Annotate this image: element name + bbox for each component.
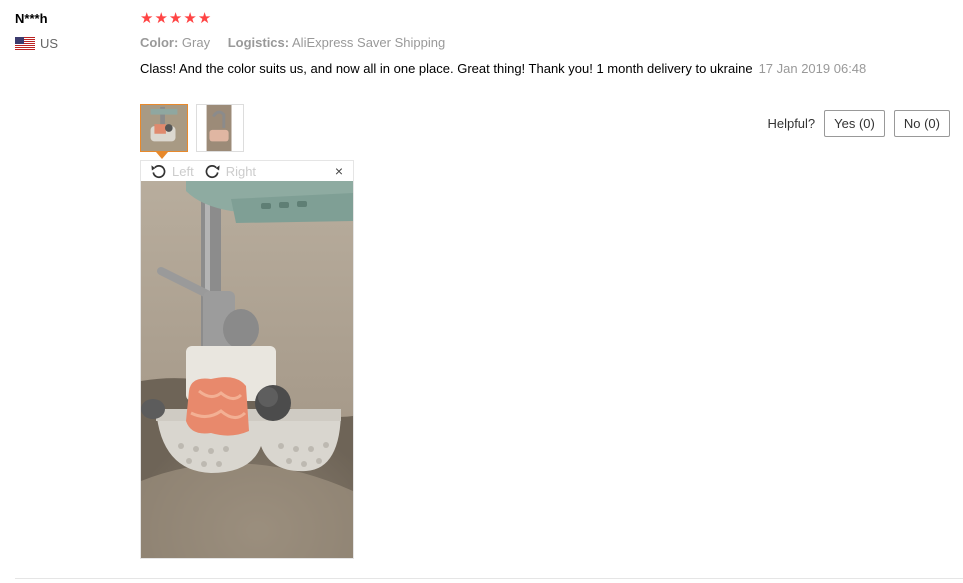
rotate-right-icon [205, 165, 220, 179]
color-value: Gray [181, 35, 211, 50]
review-photo-thumbnail[interactable] [140, 104, 188, 152]
reviewer-name: N***h [15, 11, 48, 26]
star-rating: ★ ★ ★ ★ ★ [140, 11, 211, 26]
rotate-left-icon [151, 165, 166, 179]
review-photo-thumbnail[interactable] [196, 104, 244, 152]
rotate-left-label: Left [172, 164, 194, 179]
star-icon: ★ [197, 10, 212, 27]
color-label: Color: [140, 35, 179, 50]
helpful-no-button[interactable]: No (0) [893, 110, 950, 137]
review-date: 17 Jan 2019 06:48 [758, 61, 867, 76]
rotate-left-button[interactable]: Left [150, 163, 194, 180]
rotate-right-button[interactable]: Right [204, 163, 256, 180]
close-icon[interactable]: × [335, 163, 343, 179]
star-icon: ★ [140, 10, 154, 27]
helpful-label: Helpful? [767, 116, 816, 131]
photo-viewer: Left Right × [140, 160, 354, 559]
photo-thumbnail-image [141, 105, 187, 151]
review-body: Class! And the color suits us, and now a… [140, 60, 870, 77]
rotate-right-label: Right [225, 164, 257, 179]
logistics-value: AliExpress Saver Shipping [292, 35, 446, 50]
viewer-toolbar: Left Right × [141, 161, 353, 182]
country-code: US [40, 36, 59, 51]
review-text: Class! And the color suits us, and now a… [140, 61, 753, 76]
logistics-label: Logistics: [227, 35, 290, 50]
product-attributes: Color: Gray Logistics: AliExpress Saver … [140, 35, 459, 50]
star-icon: ★ [168, 10, 183, 27]
us-flag-icon [15, 37, 35, 50]
helpful-yes-button[interactable]: Yes (0) [824, 110, 885, 137]
star-icon: ★ [183, 10, 197, 27]
review-divider [15, 578, 963, 579]
active-thumbnail-pointer [156, 152, 168, 159]
star-icon: ★ [154, 10, 168, 27]
photo-thumbnail-image [197, 105, 243, 151]
review-photo [141, 181, 353, 558]
helpful-section: Helpful? Yes (0) No (0) [767, 110, 950, 137]
reviewer-country: US [15, 36, 58, 51]
